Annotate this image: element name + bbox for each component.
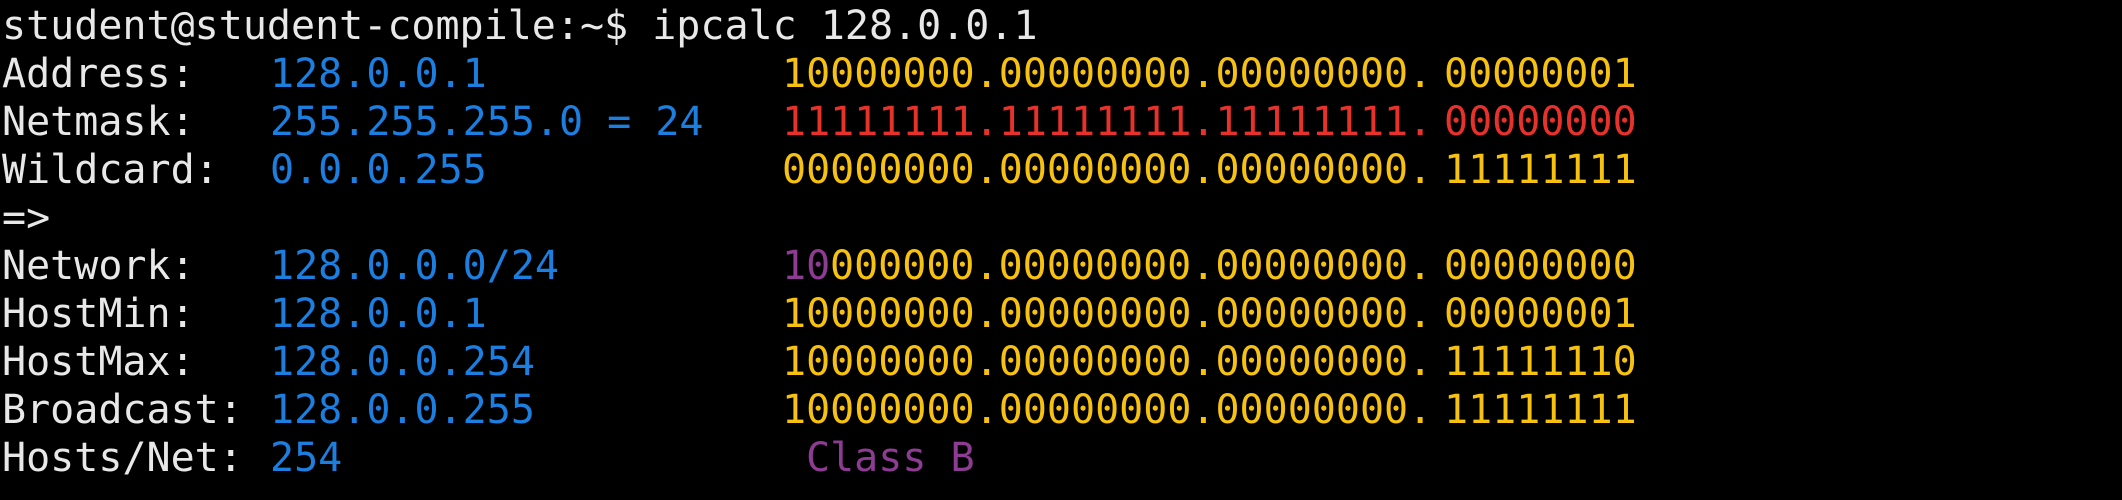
address-binary-net: 10000000.00000000.00000000. (782, 51, 1433, 97)
hosts-value: 254 (270, 435, 343, 481)
address-binary-host: 00000001 (1444, 51, 1637, 97)
broadcast-row: Broadcast: 128.0.0.255 10000000.00000000… (2, 386, 1637, 434)
hostmax-value: 128.0.0.254 (270, 339, 535, 385)
broadcast-label: Broadcast: (2, 387, 243, 433)
network-value: 128.0.0.0/24 (270, 243, 559, 289)
hostmin-value: 128.0.0.1 (270, 291, 487, 337)
netmask-binary-host: 00000000 (1444, 99, 1637, 145)
broadcast-binary-net: 10000000.00000000.00000000. (782, 387, 1433, 433)
hostmax-label: HostMax: (2, 339, 195, 385)
address-row: Address: 128.0.0.1 10000000.00000000.000… (2, 50, 1637, 98)
hostmin-binary-host: 00000001 (1444, 291, 1637, 337)
address-value: 128.0.0.1 (270, 51, 487, 97)
wildcard-label: Wildcard: (2, 147, 219, 193)
network-class-label: Class B (806, 435, 975, 481)
arrow-marker: => (2, 195, 51, 241)
netmask-binary-net: 11111111.11111111.11111111. (782, 99, 1433, 145)
network-class-bits: 10 (782, 243, 831, 289)
network-row: Network: 128.0.0.0/24 10 000000.00000000… (2, 242, 1637, 290)
wildcard-value: 0.0.0.255 (270, 147, 487, 193)
hostmin-label: HostMin: (2, 291, 195, 337)
wildcard-binary-net: 00000000.00000000.00000000. (782, 147, 1433, 193)
netmask-row: Netmask: 255.255.255.0 = 24 11111111.111… (2, 98, 1637, 146)
hostmin-row: HostMin: 128.0.0.1 10000000.00000000.000… (2, 290, 1637, 338)
hostmax-binary-net: 10000000.00000000.00000000. (782, 339, 1433, 385)
netmask-label: Netmask: (2, 99, 195, 145)
broadcast-binary-host: 11111111 (1444, 387, 1637, 433)
arrow-row: => (2, 194, 98, 242)
prompt-command: student@student-compile:~$ ipcalc 128.0.… (2, 3, 1038, 49)
hostmax-row: HostMax: 128.0.0.254 10000000.00000000.0… (2, 338, 1637, 386)
broadcast-value: 128.0.0.255 (270, 387, 535, 433)
address-label: Address: (2, 51, 195, 97)
prompt-line: student@student-compile:~$ ipcalc 128.0.… (2, 2, 1038, 50)
hostmax-binary-host: 11111110 (1444, 339, 1637, 385)
netmask-value: 255.255.255.0 = 24 (270, 99, 704, 145)
network-label: Network: (2, 243, 195, 289)
network-binary-host: 00000000 (1444, 243, 1637, 289)
wildcard-row: Wildcard: 0.0.0.255 00000000.00000000.00… (2, 146, 1637, 194)
hosts-label: Hosts/Net: (2, 435, 243, 481)
network-binary-net: 000000.00000000.00000000. (830, 243, 1433, 289)
hostmin-binary-net: 10000000.00000000.00000000. (782, 291, 1433, 337)
wildcard-binary-host: 11111111 (1444, 147, 1637, 193)
terminal-window[interactable]: student@student-compile:~$ ipcalc 128.0.… (0, 0, 2122, 500)
hosts-row: Hosts/Net: 254 Class B (2, 434, 975, 482)
